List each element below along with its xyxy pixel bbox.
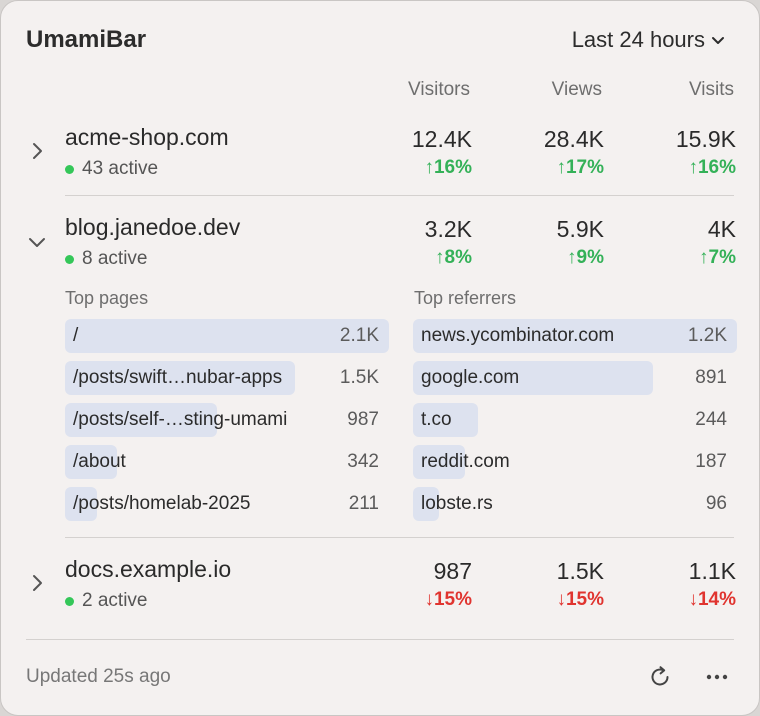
referrer-label: news.ycombinator.com xyxy=(421,325,615,346)
delta-visits: ↓14% xyxy=(688,589,736,610)
active-count: 2 active xyxy=(65,590,147,612)
page-row[interactable]: /posts/self-…sting-umami 987 xyxy=(65,403,389,437)
referrer-count: 96 xyxy=(705,493,727,514)
delta-visitors: ↑16% xyxy=(424,157,472,178)
metric-views: 28.4K xyxy=(543,126,604,152)
footer-divider xyxy=(26,639,734,640)
active-label: 2 active xyxy=(82,590,148,611)
page-row[interactable]: / 2.1K xyxy=(65,319,389,353)
column-header-visits: Visits xyxy=(688,79,734,100)
metric-visitors: 12.4K xyxy=(411,126,472,152)
metric-visitors: 987 xyxy=(433,558,472,584)
more-icon[interactable] xyxy=(703,663,731,691)
page-label: /posts/self-…sting-umami xyxy=(73,409,288,430)
page-count: 2.1K xyxy=(339,325,379,346)
metric-views: 1.5K xyxy=(556,558,604,584)
referrer-count: 244 xyxy=(695,409,727,430)
updated-status: Updated 25s ago xyxy=(26,666,171,687)
delta-visitors: ↓15% xyxy=(424,589,472,610)
page-label: / xyxy=(73,325,79,346)
time-range-dropdown[interactable]: Last 24 hours xyxy=(572,27,725,53)
referrer-count: 1.2K xyxy=(687,325,727,346)
chevron-right-icon[interactable] xyxy=(27,573,47,593)
time-range-label: Last 24 hours xyxy=(571,27,705,52)
referrer-label: t.co xyxy=(421,409,452,430)
refresh-icon[interactable] xyxy=(646,663,674,691)
page-label: /about xyxy=(73,451,126,472)
active-count: 8 active xyxy=(65,248,147,270)
divider xyxy=(65,195,734,196)
referrer-label: lobste.rs xyxy=(421,493,493,514)
metric-views: 5.9K xyxy=(556,216,604,242)
chevron-down-icon xyxy=(711,27,725,53)
chevron-right-icon[interactable] xyxy=(27,141,47,161)
referrer-count: 187 xyxy=(695,451,727,472)
site-name: blog.janedoe.dev xyxy=(65,214,241,240)
referrer-row[interactable]: news.ycombinator.com 1.2K xyxy=(413,319,737,353)
top-referrers-title: Top referrers xyxy=(414,288,517,308)
referrer-row[interactable]: reddit.com 187 xyxy=(413,445,737,479)
referrer-row[interactable]: t.co 244 xyxy=(413,403,737,437)
umamibar-panel: UmamiBar Last 24 hours Visitors Views Vi… xyxy=(0,0,760,716)
referrer-count: 891 xyxy=(695,367,727,388)
top-pages-title: Top pages xyxy=(65,288,149,308)
active-label: 8 active xyxy=(82,248,148,269)
referrer-row[interactable]: google.com 891 xyxy=(413,361,737,395)
page-label: /posts/swift…nubar-apps xyxy=(73,367,283,388)
active-count: 43 active xyxy=(65,158,158,180)
site-name: docs.example.io xyxy=(65,556,232,582)
chevron-down-icon[interactable] xyxy=(27,232,47,252)
page-label: /posts/homelab-2025 xyxy=(73,493,251,514)
metric-visits: 4K xyxy=(707,216,736,242)
active-dot-icon xyxy=(65,596,74,606)
delta-visits: ↑7% xyxy=(699,247,736,268)
delta-views: ↑9% xyxy=(567,247,604,268)
metric-visitors: 3.2K xyxy=(424,216,472,242)
metric-visits: 1.1K xyxy=(688,558,736,584)
site-name: acme-shop.com xyxy=(65,124,229,150)
referrer-label: reddit.com xyxy=(421,451,510,472)
column-header-views: Views xyxy=(551,79,602,100)
page-row[interactable]: /about 342 xyxy=(65,445,389,479)
page-row[interactable]: /posts/swift…nubar-apps 1.5K xyxy=(65,361,389,395)
referrer-label: google.com xyxy=(421,367,520,388)
divider xyxy=(65,537,734,538)
metric-visits: 15.9K xyxy=(675,126,736,152)
delta-views: ↑17% xyxy=(556,157,604,178)
page-count: 211 xyxy=(348,493,379,514)
delta-views: ↓15% xyxy=(556,589,604,610)
active-label: 43 active xyxy=(82,158,159,179)
app-title: UmamiBar xyxy=(26,26,147,53)
page-row[interactable]: /posts/homelab-2025 211 xyxy=(65,487,389,521)
page-count: 1.5K xyxy=(339,367,379,388)
column-header-visitors: Visitors xyxy=(408,79,470,100)
page-count: 342 xyxy=(347,451,379,472)
active-dot-icon xyxy=(65,164,74,174)
referrer-row[interactable]: lobste.rs 96 xyxy=(413,487,737,521)
delta-visits: ↑16% xyxy=(688,157,736,178)
page-count: 987 xyxy=(347,409,379,430)
active-dot-icon xyxy=(65,254,74,264)
delta-visitors: ↑8% xyxy=(435,247,472,268)
